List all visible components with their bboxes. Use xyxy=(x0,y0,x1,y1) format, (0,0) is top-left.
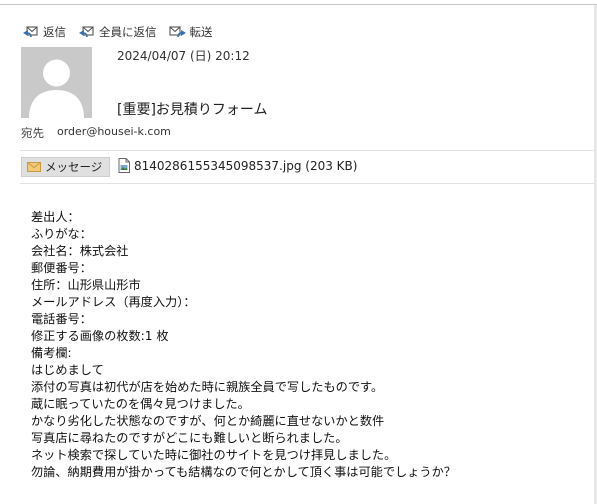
body-line: 修正する画像の枚数:1 枚 xyxy=(31,329,169,343)
attachment-name: 8140286155345098537.jpg (203 KB) xyxy=(134,158,358,173)
forward-label: 転送 xyxy=(189,25,213,39)
envelope-icon xyxy=(27,162,41,172)
person-icon xyxy=(29,59,84,118)
body-line: 差出人： xyxy=(31,210,80,224)
body-line: 写真店に尋ねたのですがどこにも難しいと断られました。 xyxy=(31,431,348,445)
forward-button[interactable]: 転送 xyxy=(168,24,213,40)
tab-message-label: メッセージ xyxy=(45,160,103,174)
body-line: 郵便番号： xyxy=(31,261,92,275)
body-line: 添付の写真は初代が店を始めた時に親族全員で写したものです。 xyxy=(31,380,384,394)
reply-label: 返信 xyxy=(43,25,66,39)
body-line: 備考欄: xyxy=(31,346,72,360)
reply-all-label: 全員に返信 xyxy=(99,25,157,39)
body-divider xyxy=(20,183,597,184)
message-subject: [重要]お見積りフォーム xyxy=(117,102,268,118)
body-line: 会社名：株式会社 xyxy=(31,244,129,258)
reply-button[interactable]: 返信 xyxy=(22,24,66,40)
message-toolbar: 返信 全員に返信 転送 xyxy=(22,23,225,41)
message-date: 2024/04/07 (日) 20:12 xyxy=(117,49,250,63)
body-line: かなり劣化した状態なのですが、何とか綺麗に直せないかと数件 xyxy=(31,414,385,428)
sender-avatar xyxy=(21,47,92,118)
body-line: 勿論、納期費用が掛かっても結構なので何とかして頂く事は可能でしょうか？ xyxy=(31,465,456,479)
forward-icon xyxy=(168,26,186,38)
header-divider xyxy=(20,150,597,151)
to-address[interactable]: order@housei-k.com xyxy=(57,125,171,138)
body-line: 住所：山形県山形市 xyxy=(31,278,141,292)
to-label: 宛先 xyxy=(21,126,44,140)
reply-all-icon xyxy=(79,26,94,38)
body-line: はじめまして xyxy=(31,363,104,377)
body-line: ネット検索で探していた時に御社のサイトを見つけ拝見しました。 xyxy=(31,448,397,462)
tab-message[interactable]: メッセージ xyxy=(21,157,110,177)
body-line: メールアドレス（再度入力）： xyxy=(31,295,196,309)
reply-all-button[interactable]: 全員に返信 xyxy=(78,24,157,40)
body-line: 蔵に眠っていたのを偶々見つけました。 xyxy=(31,397,250,411)
reply-icon xyxy=(23,26,38,38)
top-divider xyxy=(0,4,597,5)
message-body: 差出人： ふりがな： 会社名：株式会社 郵便番号： 住所：山形県山形市 メールア… xyxy=(31,209,456,481)
attachment-file[interactable]: 8140286155345098537.jpg (203 KB) xyxy=(118,158,357,173)
image-file-icon xyxy=(118,158,130,173)
body-line: 電話番号： xyxy=(31,312,92,326)
body-line: ふりがな： xyxy=(31,227,92,241)
